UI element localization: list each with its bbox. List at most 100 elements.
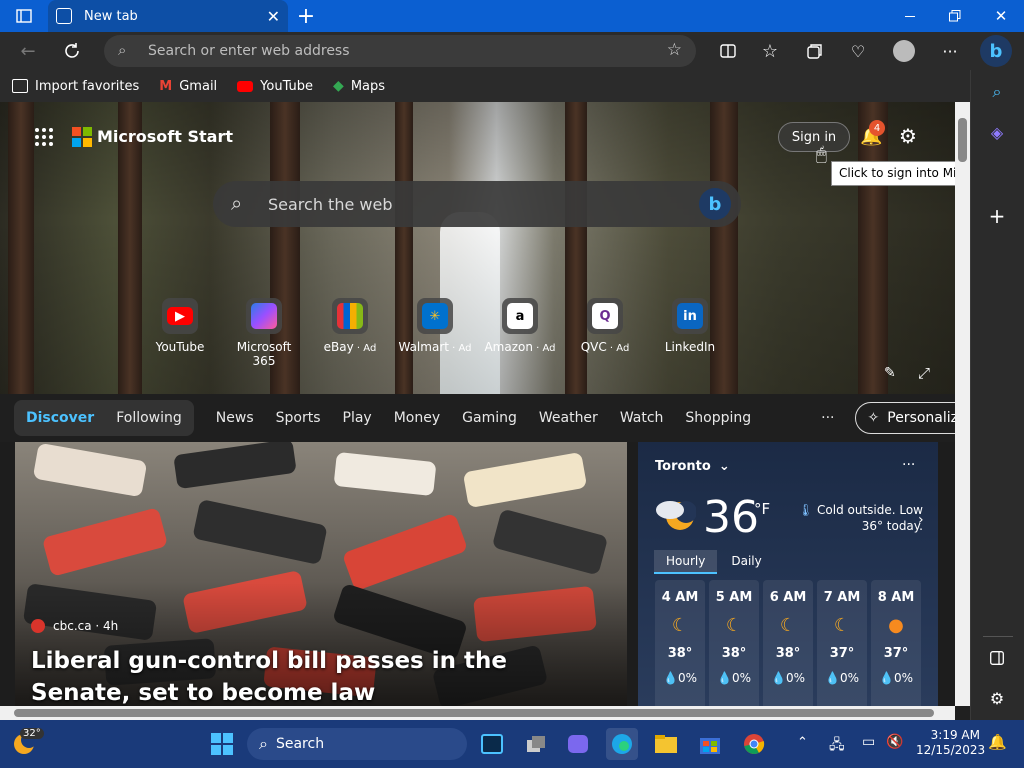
quicklink-label: Amazon <box>484 340 533 354</box>
address-input[interactable]: Search or enter web address <box>148 43 350 59</box>
quicklink-ebay[interactable]: eBay · Ad <box>310 298 390 354</box>
file-explorer-icon[interactable] <box>650 728 682 760</box>
search-icon[interactable]: ⌕ <box>985 80 1009 104</box>
tab-play[interactable]: Play <box>343 410 372 426</box>
tab-title: New tab <box>84 8 138 24</box>
tab-watch[interactable]: Watch <box>620 410 664 426</box>
split-screen-icon[interactable] <box>716 39 740 63</box>
web-search-box[interactable]: ⌕ Search the web b <box>213 181 741 227</box>
volume-muted-icon[interactable]: 🔇 <box>886 734 903 750</box>
restore-button[interactable] <box>943 4 967 28</box>
tab-following[interactable]: Following <box>116 410 182 426</box>
apps-launcher-icon[interactable] <box>34 127 54 147</box>
quicklink-youtube[interactable]: ▶ YouTube <box>140 298 220 354</box>
tab-sports[interactable]: Sports <box>276 410 321 426</box>
copilot-icon[interactable]: b <box>980 35 1012 67</box>
article-headline[interactable]: Liberal gun-control bill passes in the S… <box>31 645 611 706</box>
weather-card[interactable]: Toronto ⌄ ··· 36 °F 🌡 Cold outside. Low … <box>638 442 938 706</box>
edge-taskbar-icon[interactable] <box>606 728 638 760</box>
back-button[interactable]: ← <box>16 39 40 63</box>
gmail-icon: M <box>159 78 173 94</box>
quicklink-qvc[interactable]: Q QVC · Ad <box>565 298 645 354</box>
partly-cloudy-night-icon <box>654 494 697 536</box>
bing-icon[interactable]: b <box>699 188 731 220</box>
clock-time: 3:19 AM <box>930 728 980 742</box>
youtube-icon <box>237 80 254 92</box>
fav-gmail[interactable]: M Gmail <box>159 79 217 94</box>
hour-precip: 💧0% <box>717 671 751 685</box>
add-favorite-icon[interactable]: ☆ <box>667 40 682 60</box>
health-icon[interactable]: ♡ <box>846 39 870 63</box>
notifications-icon[interactable]: 🔔 <box>988 733 1007 751</box>
edit-background-icon[interactable]: ✎ <box>884 365 896 381</box>
tab-gaming[interactable]: Gaming <box>462 410 517 426</box>
store-preview-icon[interactable] <box>476 728 508 760</box>
microsoft365-icon[interactable]: ◈ <box>985 120 1009 144</box>
amazon-icon: a <box>502 298 538 334</box>
tab-actions-icon[interactable] <box>14 6 34 26</box>
start-button[interactable] <box>206 728 238 760</box>
tab-shopping[interactable]: Shopping <box>685 410 751 426</box>
tab-hourly[interactable]: Hourly <box>654 550 718 574</box>
more-menu-icon[interactable]: ··· <box>938 39 962 63</box>
qvc-icon: Q <box>587 298 623 334</box>
brand-title: Microsoft Start <box>97 127 233 146</box>
weather-more-icon[interactable]: ··· <box>902 457 915 473</box>
linkedin-icon: in <box>672 298 708 334</box>
clock[interactable]: 3:19 AM 12/15/2023 <box>916 728 985 758</box>
weather-location[interactable]: Toronto ⌄ <box>655 459 730 474</box>
tab-money[interactable]: Money <box>394 410 440 426</box>
chat-icon[interactable] <box>562 728 594 760</box>
close-tab-icon[interactable]: ✕ <box>267 7 280 26</box>
favorites-bar: Import favorites M Gmail YouTube ◆ Maps <box>0 70 970 102</box>
tab-daily[interactable]: Daily <box>717 550 775 574</box>
scroll-thumb[interactable] <box>14 709 934 717</box>
tab-discover[interactable]: Discover <box>26 410 94 426</box>
hide-sidebar-icon[interactable] <box>985 646 1009 670</box>
web-search-input[interactable]: Search the web <box>268 195 392 214</box>
microsoft-store-icon[interactable] <box>694 728 726 760</box>
ebay-icon <box>332 298 368 334</box>
settings-icon[interactable]: ⚙ <box>985 686 1009 710</box>
address-bar[interactable]: ⌕ Search or enter web address ☆ <box>104 35 696 67</box>
expand-icon[interactable]: ⤢ <box>918 364 930 382</box>
quicklink-amazon[interactable]: a Amazon · Ad <box>480 298 560 354</box>
profile-avatar[interactable] <box>892 39 916 63</box>
fav-import[interactable]: Import favorites <box>12 79 139 94</box>
quicklink-label: eBay <box>323 340 354 354</box>
close-window-button[interactable]: ✕ <box>989 4 1013 28</box>
tab-weather[interactable]: Weather <box>539 410 598 426</box>
show-hidden-icons[interactable]: ⌃ <box>797 735 808 750</box>
quicklink-microsoft365[interactable]: Microsoft 365 <box>224 298 304 368</box>
minimize-button[interactable] <box>898 4 922 28</box>
new-tab-button[interactable]: + <box>294 4 318 29</box>
microsoft365-icon <box>246 298 282 334</box>
chrome-icon[interactable] <box>738 728 770 760</box>
horizontal-scrollbar[interactable] <box>0 706 955 720</box>
chevron-right-icon[interactable]: › <box>918 512 924 528</box>
settings-gear-icon[interactable]: ⚙ <box>899 124 917 148</box>
fav-youtube[interactable]: YouTube <box>237 79 313 94</box>
network-icon[interactable]: 🖧 <box>829 734 845 758</box>
task-view-icon[interactable] <box>520 728 552 760</box>
sign-in-button[interactable]: Sign in <box>778 122 850 152</box>
refresh-button[interactable] <box>60 39 84 63</box>
new-tab-page: Microsoft Start Sign in 🔔 4 ⚙ Click to s… <box>0 102 955 706</box>
tab-news[interactable]: News <box>216 410 254 426</box>
fav-maps[interactable]: ◆ Maps <box>333 78 385 94</box>
taskbar-search[interactable]: ⌕ Search <box>247 728 467 760</box>
add-icon[interactable]: + <box>985 204 1009 228</box>
article-card[interactable]: cbc.ca · 4h Liberal gun-control bill pas… <box>15 442 627 706</box>
weather-temp-badge: 32° <box>20 728 44 739</box>
scroll-thumb[interactable] <box>958 118 967 162</box>
favorites-icon[interactable]: ☆ <box>758 39 782 63</box>
quicklink-linkedin[interactable]: in LinkedIn <box>650 298 730 354</box>
display-icon[interactable]: ▭ <box>862 734 875 750</box>
collections-icon[interactable] <box>803 39 827 63</box>
quicklink-walmart[interactable]: ✳ Walmart · Ad <box>395 298 475 354</box>
personalize-button[interactable]: ✧ Personalize <box>854 402 955 434</box>
vertical-scrollbar[interactable] <box>955 102 970 706</box>
nav-more-button[interactable]: ··· <box>821 410 834 426</box>
tab-new-tab[interactable]: New tab ✕ <box>48 0 288 32</box>
tree-trunk <box>8 102 34 394</box>
